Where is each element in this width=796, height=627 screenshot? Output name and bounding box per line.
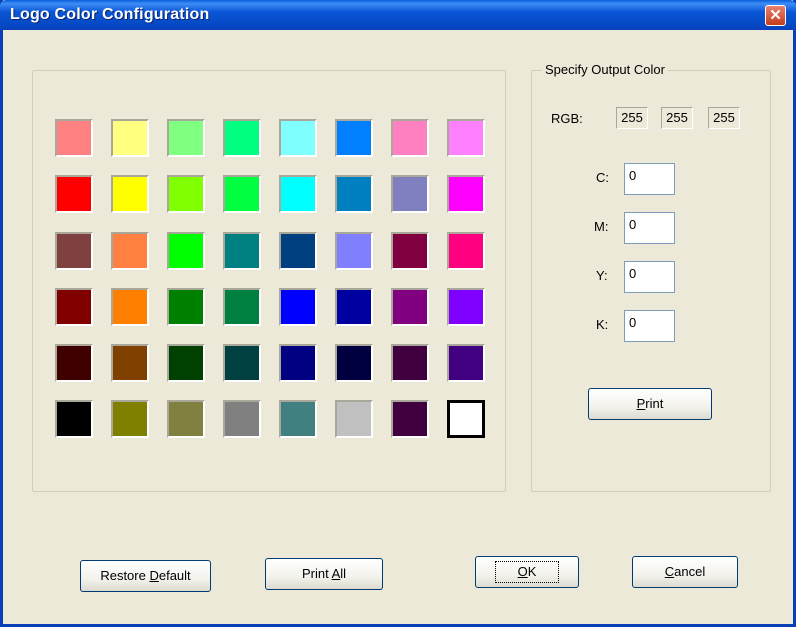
color-swatch[interactable]	[111, 400, 149, 438]
black-input[interactable]: 0	[624, 310, 675, 342]
color-swatch[interactable]	[55, 344, 93, 382]
cyan-input[interactable]: 0	[624, 163, 675, 195]
cancel-button[interactable]: Cancel	[632, 556, 738, 588]
color-swatch[interactable]	[111, 175, 149, 213]
dialog-title: Logo Color Configuration	[10, 6, 210, 23]
magenta-input[interactable]: 0	[624, 212, 675, 244]
color-swatch[interactable]	[391, 175, 429, 213]
color-swatch[interactable]	[447, 119, 485, 157]
color-swatch[interactable]	[111, 288, 149, 326]
yellow-input[interactable]: 0	[624, 261, 675, 293]
close-icon: ✕	[769, 7, 782, 24]
color-swatch[interactable]	[223, 288, 261, 326]
logo-color-configuration-dialog: Logo Color Configuration ✕ Specify Outpu…	[0, 0, 796, 627]
color-swatch[interactable]	[391, 232, 429, 270]
restore-default-label: Restore Default	[100, 568, 191, 583]
ok-label: OK	[494, 561, 560, 583]
color-swatch[interactable]	[223, 119, 261, 157]
color-swatch[interactable]	[279, 288, 317, 326]
yellow-label: Y:	[596, 268, 608, 283]
color-swatch[interactable]	[223, 400, 261, 438]
color-swatch[interactable]	[55, 232, 93, 270]
color-swatch[interactable]	[335, 119, 373, 157]
color-swatch[interactable]	[167, 175, 205, 213]
color-swatch[interactable]	[55, 119, 93, 157]
print-all-button[interactable]: Print All	[265, 558, 383, 590]
color-swatch[interactable]	[391, 288, 429, 326]
color-swatch[interactable]	[223, 175, 261, 213]
color-swatch[interactable]	[447, 232, 485, 270]
color-swatch[interactable]	[167, 232, 205, 270]
color-swatch[interactable]	[447, 400, 485, 438]
rgb-label: RGB:	[551, 111, 583, 126]
color-swatch[interactable]	[391, 119, 429, 157]
rgb-green-value: 255	[661, 107, 693, 129]
print-label-rest: rint	[645, 396, 664, 411]
close-button[interactable]: ✕	[765, 5, 786, 26]
color-swatch[interactable]	[391, 400, 429, 438]
color-swatch[interactable]	[391, 344, 429, 382]
color-swatch[interactable]	[223, 344, 261, 382]
color-swatch[interactable]	[167, 344, 205, 382]
color-swatch[interactable]	[111, 232, 149, 270]
color-swatch[interactable]	[111, 344, 149, 382]
black-label: K:	[596, 317, 609, 332]
color-swatch[interactable]	[223, 232, 261, 270]
color-palette-panel	[32, 70, 506, 492]
color-swatch[interactable]	[111, 119, 149, 157]
color-swatch[interactable]	[335, 400, 373, 438]
color-swatch[interactable]	[447, 288, 485, 326]
rgb-blue-value: 255	[708, 107, 740, 129]
cancel-label: Cancel	[664, 564, 706, 579]
title-bar[interactable]: Logo Color Configuration ✕	[0, 0, 796, 30]
color-swatch[interactable]	[335, 288, 373, 326]
color-swatch[interactable]	[279, 119, 317, 157]
restore-default-button[interactable]: Restore Default	[80, 560, 211, 592]
color-swatch[interactable]	[279, 232, 317, 270]
print-label: Print	[636, 396, 664, 411]
color-swatch[interactable]	[279, 175, 317, 213]
color-swatch[interactable]	[55, 400, 93, 438]
specify-output-color-group: Specify Output Color RGB: 255 255 255 C:…	[531, 62, 771, 492]
color-swatch[interactable]	[55, 288, 93, 326]
color-swatch[interactable]	[447, 175, 485, 213]
color-swatch[interactable]	[279, 400, 317, 438]
color-swatch[interactable]	[167, 119, 205, 157]
color-swatch[interactable]	[335, 232, 373, 270]
ok-button[interactable]: OK	[475, 556, 579, 588]
color-swatch[interactable]	[167, 400, 205, 438]
print-button[interactable]: Print	[588, 388, 712, 420]
color-swatch[interactable]	[335, 175, 373, 213]
print-all-label: Print All	[301, 566, 347, 581]
color-swatch[interactable]	[335, 344, 373, 382]
cyan-label: C:	[596, 170, 609, 185]
rgb-red-value: 255	[616, 107, 648, 129]
color-swatch[interactable]	[279, 344, 317, 382]
magenta-label: M:	[594, 219, 609, 234]
color-swatch[interactable]	[167, 288, 205, 326]
color-swatch[interactable]	[447, 344, 485, 382]
color-swatch[interactable]	[55, 175, 93, 213]
group-label: Specify Output Color	[542, 62, 668, 77]
